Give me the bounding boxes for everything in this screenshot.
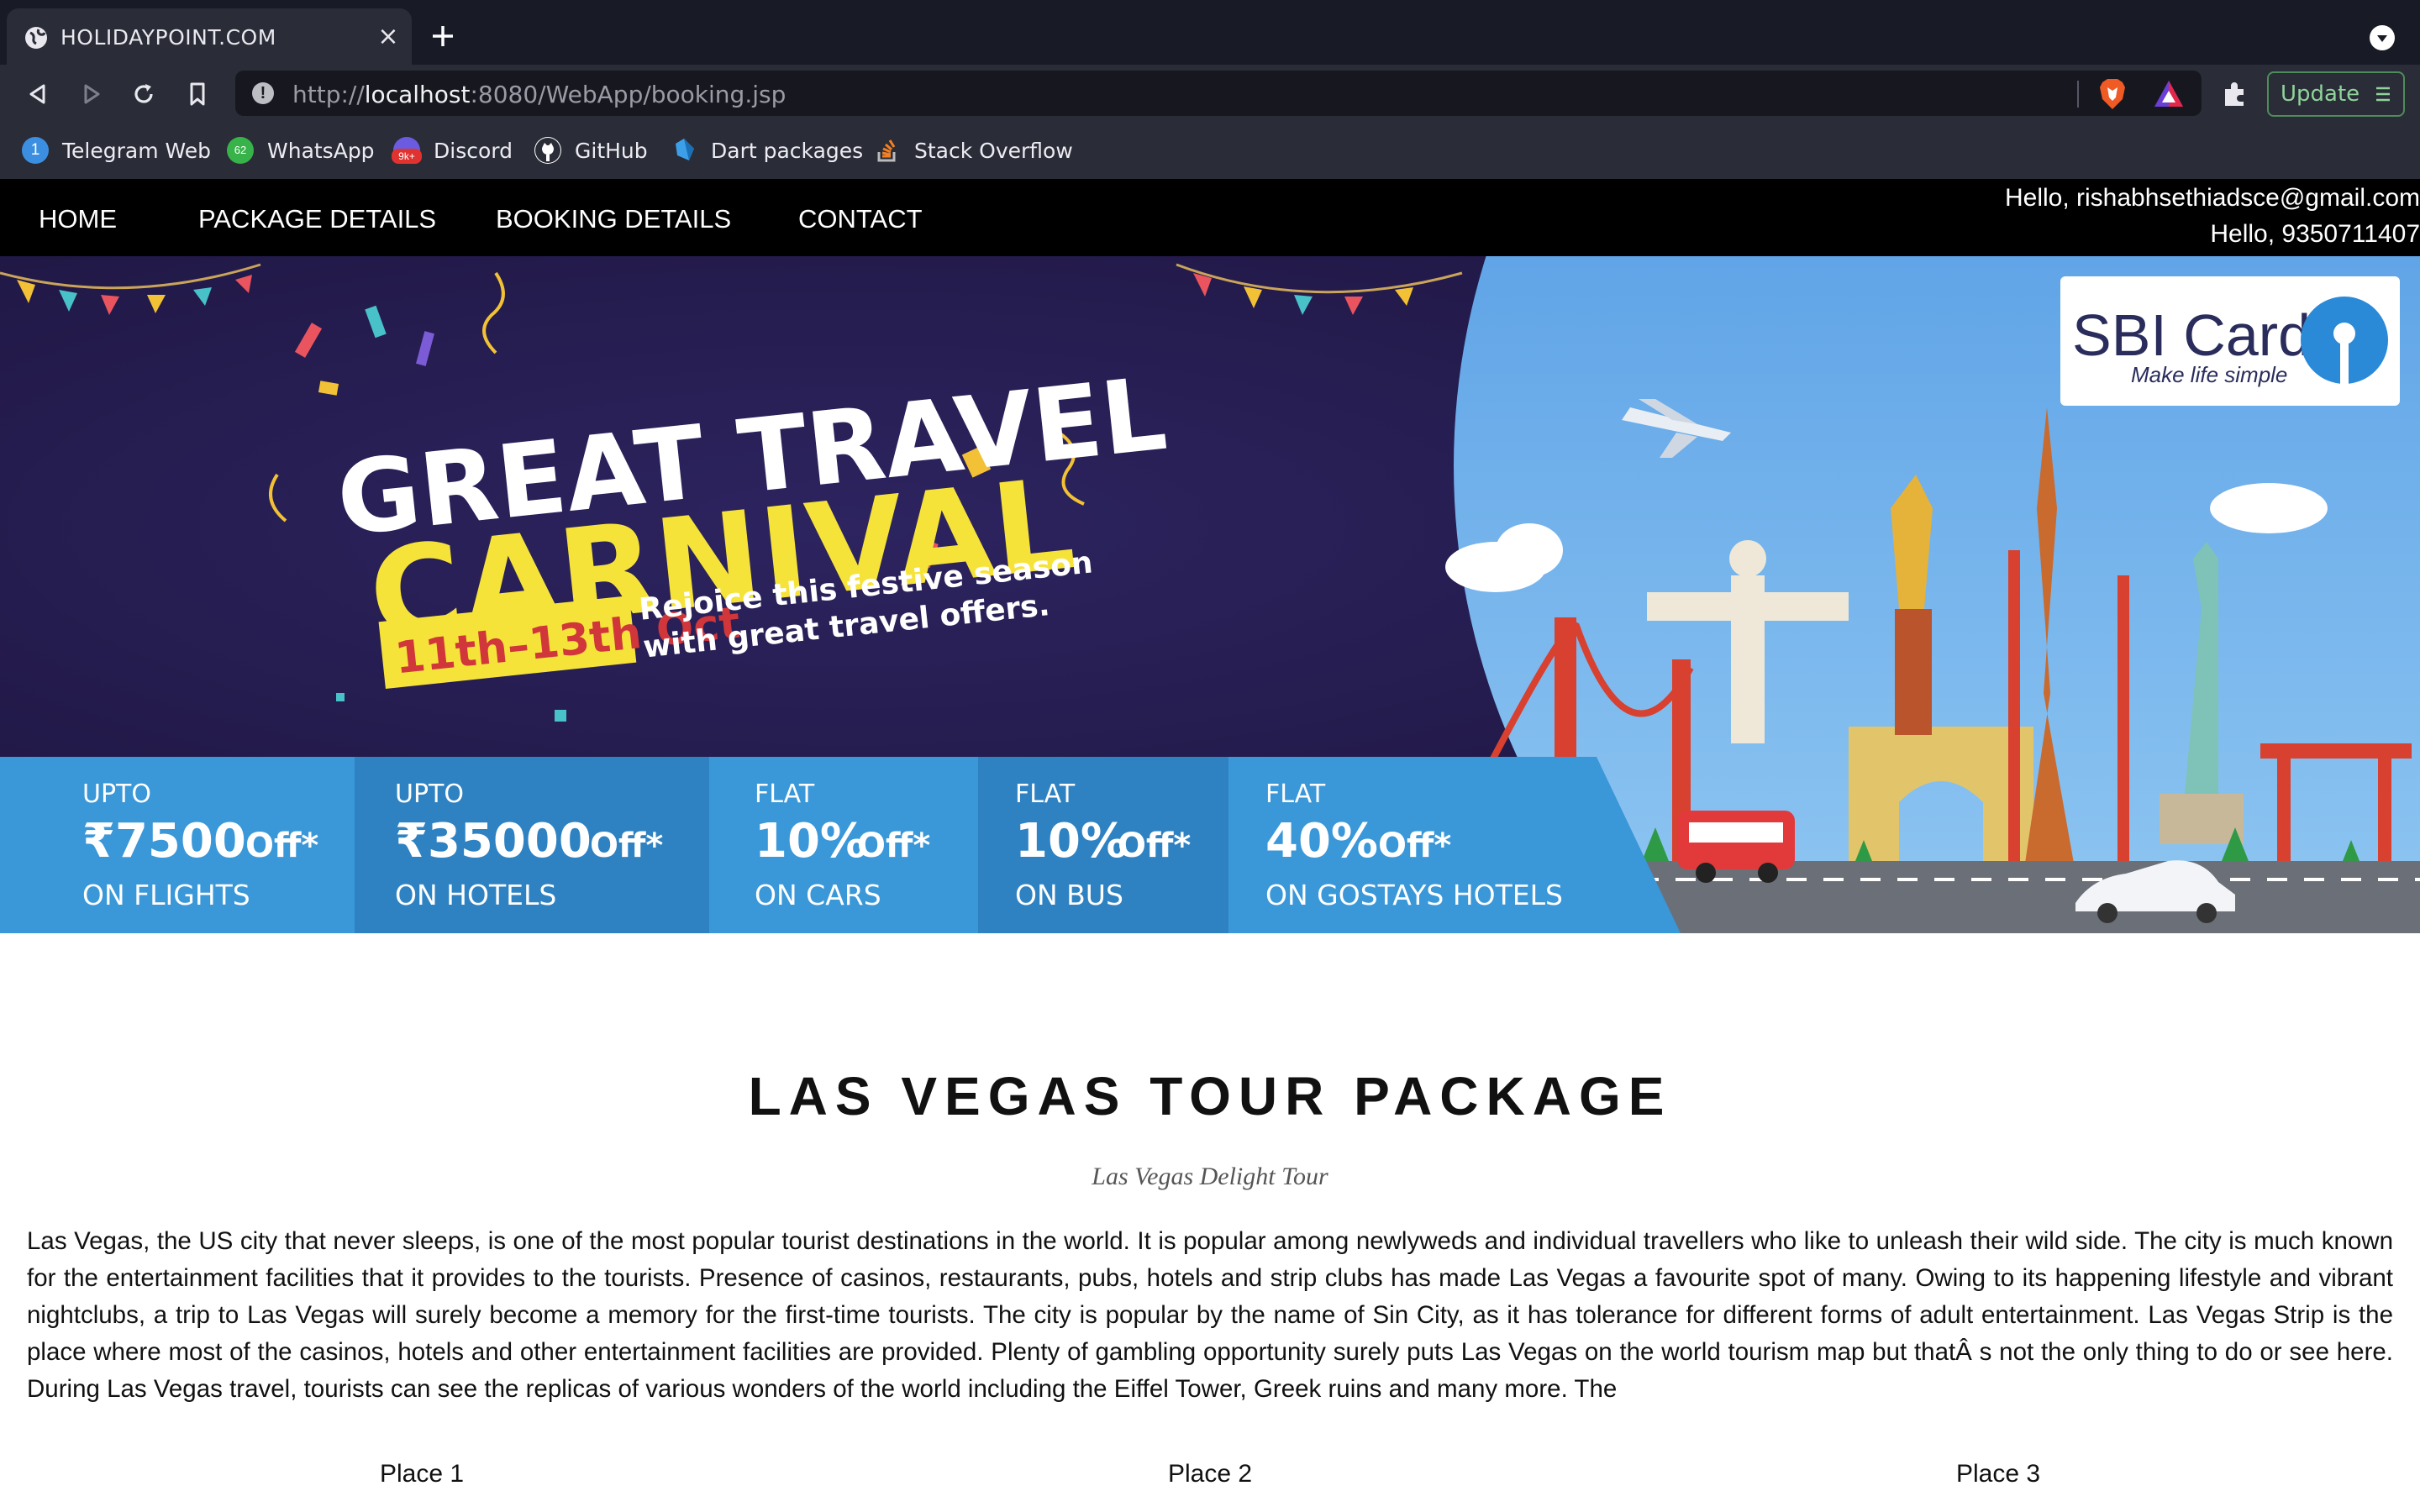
toolbar-divider bbox=[2077, 81, 2079, 108]
greeting-email: Hello, rishabhsethiadsce@gmail.com bbox=[2004, 184, 2420, 212]
nav-contact[interactable]: CONTACT bbox=[798, 204, 923, 234]
brave-rewards-icon[interactable] bbox=[2153, 79, 2185, 109]
bookmark-dart-packages[interactable]: Dart packages bbox=[671, 135, 863, 165]
offer-prefix: FLAT bbox=[1265, 780, 1326, 809]
greeting-phone: Hello, 9350711407 bbox=[2210, 220, 2420, 248]
nav-home[interactable]: HOME bbox=[39, 204, 117, 234]
offer-amount: ₹7500 bbox=[82, 814, 246, 869]
dart-icon bbox=[671, 137, 697, 164]
offer-prefix: UPTO bbox=[82, 780, 151, 809]
sbi-card-logo: SBI Card Make life simple bbox=[2060, 276, 2400, 406]
discord-icon: 9k+ bbox=[392, 137, 422, 164]
extensions-icon[interactable] bbox=[2220, 79, 2250, 109]
site-navbar: HOME PACKAGE DETAILS BOOKING DETAILS CON… bbox=[0, 179, 2420, 256]
offer-target: ON CARS bbox=[755, 879, 881, 911]
bookmark-whatsapp[interactable]: 62 WhatsApp bbox=[227, 135, 375, 165]
stackoverflow-icon bbox=[874, 137, 901, 164]
offer-target: ON HOTELS bbox=[395, 879, 556, 911]
nav-package-details[interactable]: PACKAGE DETAILS bbox=[198, 204, 436, 234]
road bbox=[1597, 861, 2420, 933]
place-2[interactable]: Place 2 bbox=[1084, 1460, 1336, 1488]
package-title: LAS VEGAS TOUR PACKAGE bbox=[748, 1066, 1672, 1126]
whatsapp-icon: 62 bbox=[227, 137, 254, 164]
close-tab-icon[interactable]: × bbox=[376, 24, 400, 50]
offer-amount: 40% bbox=[1265, 814, 1378, 869]
package-description: Las Vegas, the US city that never sleeps… bbox=[27, 1227, 2393, 1403]
sbi-card-tagline: Make life simple bbox=[2131, 362, 2287, 387]
back-icon[interactable] bbox=[24, 80, 52, 108]
site-info-icon[interactable]: ! bbox=[252, 82, 274, 104]
bookmark-stack-overflow[interactable]: Stack Overflow bbox=[874, 135, 1073, 165]
browser-tab[interactable]: HOLIDAYPOINT.COM × bbox=[7, 8, 412, 65]
hamburger-menu-icon bbox=[2376, 87, 2390, 102]
sbi-card-brand: SBI Card bbox=[2072, 302, 2311, 368]
offer-suffix: Off* bbox=[245, 827, 318, 865]
bookmark-telegram-web[interactable]: 1 Telegram Web bbox=[22, 135, 211, 165]
offer-amount: ₹35000 bbox=[395, 814, 592, 869]
offer-target: ON BUS bbox=[1015, 879, 1123, 911]
offer-prefix: FLAT bbox=[755, 780, 815, 809]
offer-amount: 10% bbox=[755, 814, 867, 869]
nav-booking-details[interactable]: BOOKING DETAILS bbox=[496, 204, 731, 234]
tab-search-chevron-icon[interactable] bbox=[2370, 25, 2395, 50]
browser-tab-strip: HOLIDAYPOINT.COM × bbox=[0, 0, 2420, 65]
offer-prefix: UPTO bbox=[395, 780, 464, 809]
bookmark-github[interactable]: GitHub bbox=[534, 135, 648, 165]
url-text[interactable]: http://localhost:8080/WebApp/booking.jsp bbox=[292, 81, 786, 108]
offer-prefix: FLAT bbox=[1015, 780, 1076, 809]
offer-suffix: Off* bbox=[590, 827, 663, 865]
offer-suffix: Off* bbox=[857, 827, 930, 865]
promo-banner[interactable]: GREAT TRAVEL CARNIVAL 11th–13th Oct Rejo… bbox=[0, 256, 2420, 933]
bookmark-icon[interactable] bbox=[183, 80, 212, 108]
offer-suffix: Off* bbox=[1378, 827, 1451, 865]
reload-icon[interactable] bbox=[129, 80, 158, 108]
new-tab-icon[interactable] bbox=[429, 22, 457, 50]
offer-target: ON GOSTAYS HOTELS bbox=[1265, 879, 1563, 911]
github-icon bbox=[534, 137, 561, 164]
address-bar[interactable]: ! http://localhost:8080/WebApp/booking.j… bbox=[235, 71, 2202, 116]
bookmark-discord[interactable]: 9k+ Discord bbox=[392, 135, 513, 165]
offer-suffix: Off* bbox=[1118, 827, 1191, 865]
offer-amount: 10% bbox=[1015, 814, 1128, 869]
tab-title: HOLIDAYPOINT.COM bbox=[60, 25, 276, 50]
update-button[interactable]: Update bbox=[2267, 71, 2405, 117]
package-subtitle: Las Vegas Delight Tour bbox=[1092, 1163, 1328, 1190]
offer-target: ON FLIGHTS bbox=[82, 879, 250, 911]
forward-icon[interactable] bbox=[77, 80, 106, 108]
place-1[interactable]: Place 1 bbox=[296, 1460, 548, 1488]
globe-icon bbox=[25, 27, 47, 49]
brave-shields-icon[interactable] bbox=[2097, 77, 2128, 111]
bookmarks-bar: 1 Telegram Web 62 WhatsApp 9k+ Discord G… bbox=[0, 123, 2420, 179]
telegram-icon: 1 bbox=[22, 137, 49, 164]
place-3[interactable]: Place 3 bbox=[1872, 1460, 2124, 1488]
promo-banner-art: GREAT TRAVEL CARNIVAL 11th–13th Oct Rejo… bbox=[0, 256, 2420, 933]
